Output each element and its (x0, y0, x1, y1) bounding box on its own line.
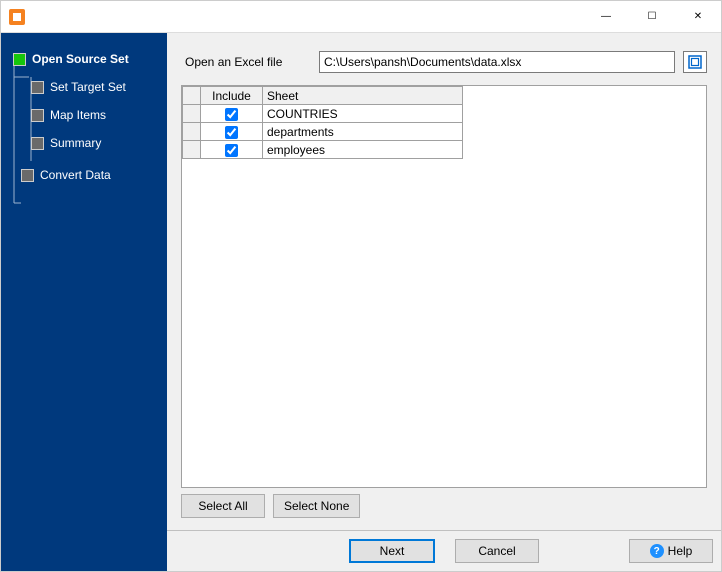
nav-map-items[interactable]: Map Items (7, 101, 167, 129)
row-header (183, 105, 201, 123)
wizard-footer: Next Cancel ? Help (167, 530, 721, 571)
include-cell[interactable] (201, 105, 263, 123)
browse-button[interactable] (683, 51, 707, 73)
nav-set-target-set[interactable]: Set Target Set (7, 73, 167, 101)
close-button[interactable]: ✕ (675, 2, 721, 32)
app-icon (9, 9, 25, 25)
nav-step-icon (21, 169, 34, 182)
main-panel: Open an Excel file Include Sheet (167, 33, 721, 571)
sheet-table: Include Sheet COUNTRIESdepartmentsemploy… (182, 86, 463, 159)
nav-step-icon (31, 137, 44, 150)
nav-convert-data[interactable]: Convert Data (7, 161, 167, 189)
nav-label: Open Source Set (32, 52, 129, 66)
sheet-table-container: Include Sheet COUNTRIESdepartmentsemploy… (181, 85, 707, 488)
select-none-button[interactable]: Select None (273, 494, 360, 518)
sheet-name-cell[interactable]: employees (263, 141, 463, 159)
nav-step-icon (31, 81, 44, 94)
help-label: Help (668, 544, 693, 558)
selection-buttons-row: Select All Select None (173, 488, 715, 524)
maximize-button[interactable]: ☐ (629, 2, 675, 32)
nav-label: Summary (50, 136, 101, 150)
include-checkbox[interactable] (225, 144, 238, 157)
help-button[interactable]: ? Help (629, 539, 713, 563)
nav-step-active-icon (13, 53, 26, 66)
nav-step-icon (31, 109, 44, 122)
row-header-corner (183, 87, 201, 105)
sheet-name-cell[interactable]: departments (263, 123, 463, 141)
row-header (183, 123, 201, 141)
window-controls: — ☐ ✕ (583, 2, 721, 32)
next-button[interactable]: Next (349, 539, 435, 563)
cancel-button[interactable]: Cancel (455, 539, 539, 563)
file-open-row: Open an Excel file (173, 39, 715, 85)
file-path-input[interactable] (319, 51, 675, 73)
row-header (183, 141, 201, 159)
wizard-sidebar: Open Source Set Set Target Set Map Items… (1, 33, 167, 571)
nav-label: Set Target Set (50, 80, 126, 94)
nav-open-source-set[interactable]: Open Source Set (7, 45, 167, 73)
nav-summary[interactable]: Summary (7, 129, 167, 157)
col-header-include[interactable]: Include (201, 87, 263, 105)
table-row[interactable]: employees (183, 141, 463, 159)
table-row[interactable]: departments (183, 123, 463, 141)
include-cell[interactable] (201, 123, 263, 141)
nav-label: Map Items (50, 108, 106, 122)
help-icon: ? (650, 544, 664, 558)
include-checkbox[interactable] (225, 108, 238, 121)
titlebar: — ☐ ✕ (1, 1, 721, 33)
file-open-label: Open an Excel file (181, 55, 311, 69)
include-cell[interactable] (201, 141, 263, 159)
col-header-sheet[interactable]: Sheet (263, 87, 463, 105)
table-row[interactable]: COUNTRIES (183, 105, 463, 123)
nav-label: Convert Data (40, 168, 111, 182)
sheet-name-cell[interactable]: COUNTRIES (263, 105, 463, 123)
select-all-button[interactable]: Select All (181, 494, 265, 518)
include-checkbox[interactable] (225, 126, 238, 139)
minimize-button[interactable]: — (583, 2, 629, 32)
browse-icon (687, 54, 703, 70)
